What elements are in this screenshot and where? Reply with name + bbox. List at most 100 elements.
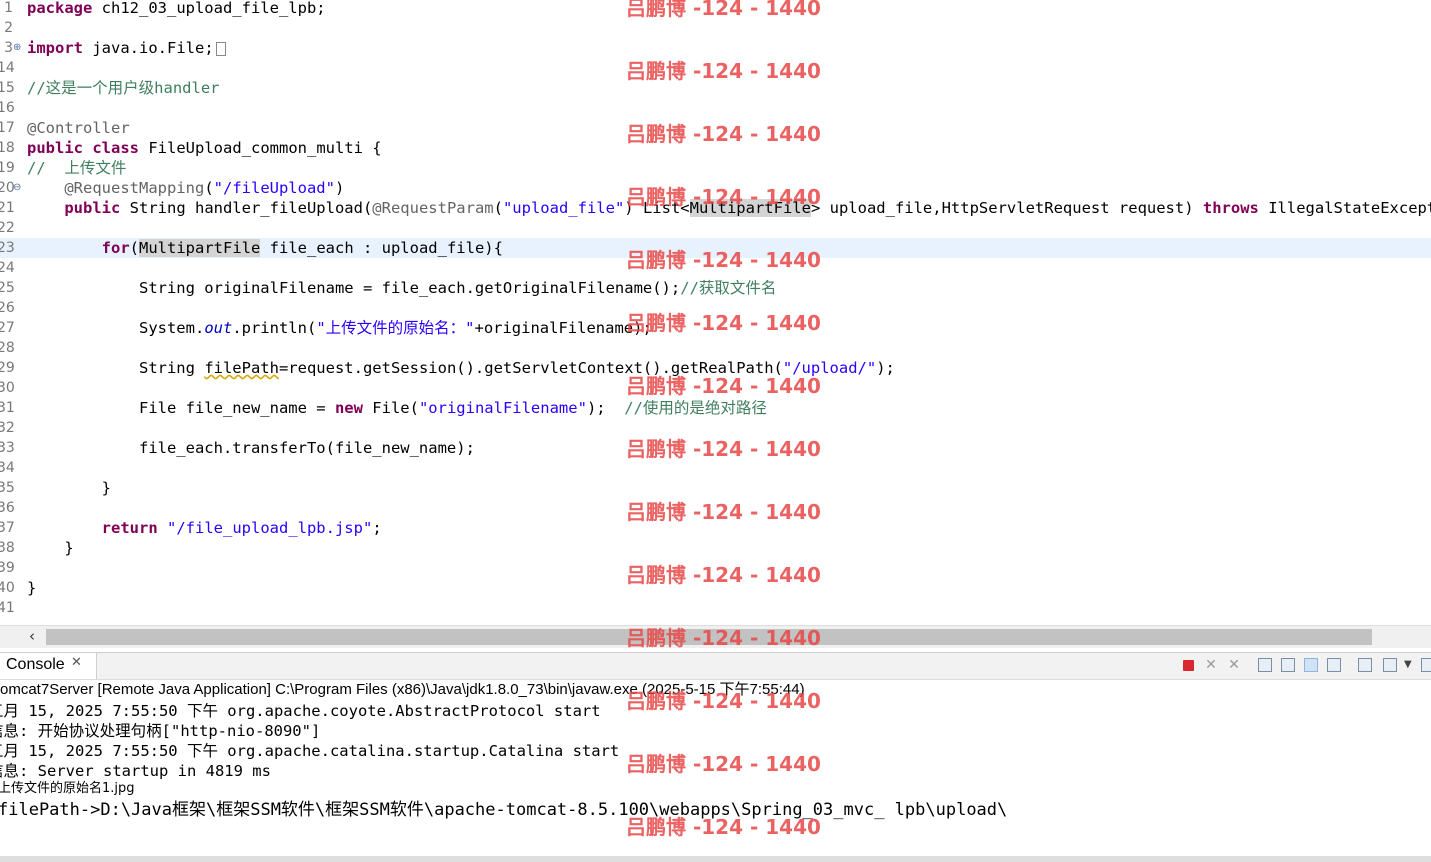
- code-token: .println(: [232, 319, 317, 337]
- line-number: 25: [0, 280, 15, 296]
- line-number: 2: [4, 20, 13, 36]
- editor-horizontal-scrollbar[interactable]: ‹: [0, 625, 1431, 648]
- code-line[interactable]: 33 file_each.transferTo(file_new_name);: [0, 438, 1431, 458]
- code-line[interactable]: 20 ⊖ @RequestMapping("/fileUpload"): [0, 178, 1431, 198]
- code-text: public String handler_fileUpload(@Reques…: [27, 198, 1431, 218]
- code-token: +originalFilename);: [474, 319, 652, 337]
- expand-fold-icon[interactable]: ⊕: [13, 38, 21, 58]
- code-token: > upload_file,HttpServletRequest request…: [810, 199, 1203, 217]
- code-line[interactable]: 15 //这是一个用户级handler: [0, 78, 1431, 98]
- close-icon[interactable]: ✕: [71, 655, 82, 670]
- line-number: 3: [4, 40, 13, 56]
- code-line[interactable]: 35 }: [0, 478, 1431, 498]
- code-token: "/upload/": [782, 359, 877, 377]
- code-token: String handler_fileUpload(: [120, 199, 373, 217]
- code-line[interactable]: 19 // 上传文件: [0, 158, 1431, 178]
- scroll-left-icon[interactable]: ‹: [29, 627, 35, 645]
- collapse-fold-icon[interactable]: ⊖: [13, 178, 21, 198]
- line-number: 23: [0, 240, 15, 256]
- line-number: 38: [0, 540, 15, 556]
- scrollbar-thumb[interactable]: [46, 629, 1372, 645]
- collapsed-imports-icon[interactable]: [215, 41, 226, 56]
- code-line[interactable]: 40}: [0, 578, 1431, 598]
- code-line[interactable]: 31 File file_new_name = new File("origin…: [0, 398, 1431, 418]
- code-text: for(MultipartFile file_each : upload_fil…: [27, 238, 503, 258]
- line-number: 31: [0, 400, 15, 416]
- code-token: String originalFilename = file_each.getO…: [27, 279, 681, 297]
- code-line[interactable]: 26: [0, 298, 1431, 318]
- code-line[interactable]: 24: [0, 258, 1431, 278]
- clear-console-icon[interactable]: [1258, 658, 1272, 672]
- line-number: 16: [0, 100, 15, 116]
- code-line[interactable]: 28: [0, 338, 1431, 358]
- code-text: File file_new_name = new File("originalF…: [27, 398, 767, 418]
- code-editor[interactable]: 1 package ch12_03_upload_file_lpb; 2 3 ⊕ impo…: [0, 0, 1431, 625]
- code-text: return "/file_upload_lpb.jsp";: [27, 518, 382, 538]
- code-line[interactable]: 34: [0, 458, 1431, 478]
- code-line[interactable]: 30: [0, 378, 1431, 398]
- code-token: // 上传文件: [27, 159, 127, 177]
- code-token: @RequestParam: [372, 199, 494, 217]
- remove-launch-icon[interactable]: ✕: [1204, 658, 1218, 672]
- code-token: import: [27, 39, 83, 57]
- pin-console-icon[interactable]: [1358, 658, 1372, 672]
- code-text: System.out.println("上传文件的原始名："+originalF…: [27, 318, 652, 338]
- code-token: (: [129, 239, 139, 257]
- line-number: 30: [0, 380, 15, 396]
- console-horizontal-scrollbar[interactable]: [0, 856, 1431, 862]
- console-tab-label: Console: [6, 656, 65, 673]
- code-token: throws: [1202, 199, 1259, 217]
- code-line[interactable]: 16: [0, 98, 1431, 118]
- code-line[interactable]: 32: [0, 418, 1431, 438]
- code-token: @RequestMapping: [64, 179, 205, 197]
- code-line[interactable]: 18 public class FileUpload_common_multi {: [0, 138, 1431, 158]
- code-line[interactable]: 39: [0, 558, 1431, 578]
- code-token: ch12_03_upload_file_lpb;: [92, 0, 326, 17]
- code-text: import java.io.File;: [27, 38, 226, 58]
- open-console-icon[interactable]: [1421, 658, 1431, 672]
- show-console-on-output-icon[interactable]: [1327, 658, 1341, 672]
- code-line[interactable]: 22: [0, 218, 1431, 238]
- console-line: filePath->D:\Java框架\框架SSM软件\框架SSM软件\apac…: [0, 800, 1008, 820]
- code-line[interactable]: 1 package ch12_03_upload_file_lpb;: [0, 0, 1431, 18]
- word-wrap-icon[interactable]: [1304, 658, 1318, 672]
- terminate-icon[interactable]: [1183, 660, 1194, 671]
- code-line[interactable]: 38 }: [0, 538, 1431, 558]
- code-token: File file_new_name =: [27, 399, 335, 417]
- line-number: 27: [0, 320, 15, 336]
- code-token: File(: [362, 399, 419, 417]
- code-text: String originalFilename = file_each.getO…: [27, 278, 776, 298]
- code-line[interactable]: 36: [0, 498, 1431, 518]
- code-token: java.io.File;: [83, 39, 214, 57]
- code-line[interactable]: 14: [0, 58, 1431, 78]
- code-token: "/fileUpload": [213, 179, 335, 197]
- tab-console[interactable]: Console ✕: [0, 653, 97, 679]
- code-line[interactable]: 21 public String handler_fileUpload(@Req…: [0, 198, 1431, 218]
- code-line[interactable]: 17 @Controller: [0, 118, 1431, 138]
- code-line[interactable]: 23 for(MultipartFile file_each : upload_…: [0, 238, 1431, 258]
- code-line[interactable]: 29 String filePath=request.getSession().…: [0, 358, 1431, 378]
- display-console-icon[interactable]: [1383, 658, 1397, 672]
- line-number: 15: [0, 80, 15, 96]
- code-token: "upload_file": [502, 199, 625, 217]
- scroll-lock-icon[interactable]: [1281, 658, 1295, 672]
- line-number: 41: [0, 600, 15, 616]
- code-line[interactable]: 3 ⊕ import java.io.File;: [0, 38, 1431, 58]
- chevron-down-icon[interactable]: ▼: [1404, 658, 1418, 672]
- line-number: 40: [0, 580, 15, 596]
- code-token: IllegalStateException,: [1268, 199, 1431, 217]
- code-line[interactable]: 37 return "/file_upload_lpb.jsp";: [0, 518, 1431, 538]
- console-toolbar: Console ✕ ✕ ✕ ▼: [0, 652, 1431, 680]
- console-line: 信息: 开始协议处理句柄["http-nio-8090"]: [0, 722, 321, 740]
- code-line[interactable]: 41: [0, 598, 1431, 618]
- remove-all-terminated-icon[interactable]: ✕: [1227, 658, 1241, 672]
- code-line[interactable]: 2: [0, 18, 1431, 38]
- code-text: String filePath=request.getSession().get…: [27, 358, 895, 378]
- line-number: 21: [0, 200, 15, 216]
- code-token: String: [27, 359, 205, 377]
- code-token: file_each.transferTo(file_new_name);: [27, 439, 475, 457]
- code-line[interactable]: 27 System.out.println("上传文件的原始名："+origin…: [0, 318, 1431, 338]
- code-token: }: [27, 579, 37, 597]
- code-line[interactable]: 25 String originalFilename = file_each.g…: [0, 278, 1431, 298]
